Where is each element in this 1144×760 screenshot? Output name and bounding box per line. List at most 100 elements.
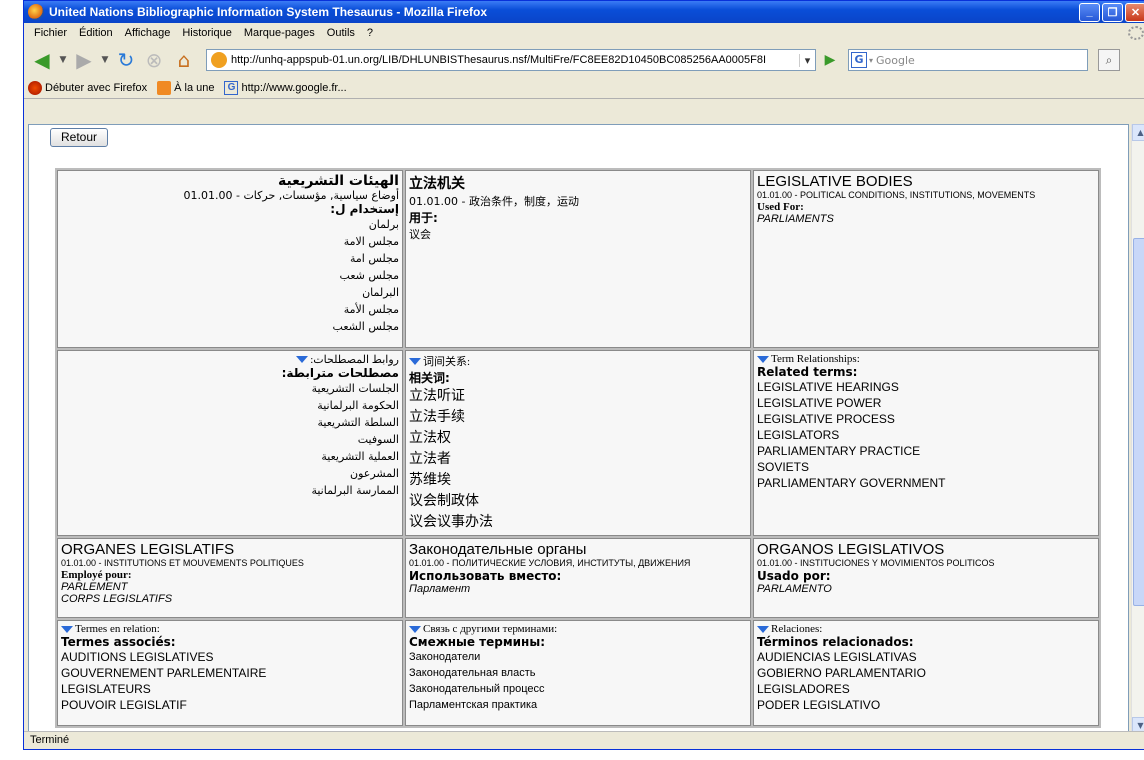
list-item[interactable]: السلطة التشريعية	[61, 414, 399, 431]
list-item[interactable]: PARLIAMENTARY PRACTICE	[757, 443, 1095, 459]
list-item[interactable]: 立法听证	[409, 386, 747, 407]
list-item[interactable]: مجلس الامة	[61, 233, 399, 250]
list-item[interactable]: 立法手续	[409, 407, 747, 428]
url-history-dropdown-icon[interactable]: ▾	[799, 53, 815, 67]
list-item[interactable]: 立法权	[409, 428, 747, 449]
triangle-down-icon[interactable]	[757, 355, 769, 363]
list-item[interactable]: الحكومة البرلمانية	[61, 397, 399, 414]
minimize-button[interactable]: _	[1079, 2, 1100, 22]
list-item[interactable]: Законодательная власть	[409, 665, 747, 681]
firefox-icon	[28, 80, 42, 95]
list-item[interactable]: الممارسة البرلمانية	[61, 482, 399, 499]
french-relations-toggle[interactable]: Termes en relation:	[61, 623, 399, 635]
retour-button[interactable]: Retour	[50, 128, 109, 147]
maximize-button[interactable]: ❐	[1102, 2, 1123, 22]
list-item[interactable]: Парламентская практика	[409, 697, 747, 713]
list-item[interactable]: مجلس الأمة	[61, 301, 399, 318]
list-item[interactable]: POUVOIR LEGISLATIF	[61, 697, 399, 713]
list-item[interactable]: Парламент	[409, 583, 747, 595]
list-item[interactable]: مجلس امة	[61, 250, 399, 267]
list-item[interactable]: AUDITIONS LEGISLATIVES	[61, 649, 399, 665]
list-item[interactable]: 议会议事办法	[409, 512, 747, 533]
search-placeholder[interactable]: Google	[876, 54, 915, 67]
list-item[interactable]: GOUVERNEMENT PARLEMENTAIRE	[61, 665, 399, 681]
list-item[interactable]: LEGISLATORS	[757, 427, 1095, 443]
scroll-up-arrow-icon[interactable]: ▲	[1132, 124, 1144, 141]
list-item[interactable]: LEGISLATIVE POWER	[757, 395, 1095, 411]
triangle-down-icon[interactable]	[757, 625, 769, 633]
triangle-down-icon[interactable]	[61, 625, 73, 633]
reload-icon[interactable]: ↻	[114, 47, 138, 73]
google-engine-icon[interactable]: G	[851, 52, 867, 68]
list-item[interactable]: GOBIERNO PARLAMENTARIO	[757, 665, 1095, 681]
list-item[interactable]: البرلمان	[61, 284, 399, 301]
list-item[interactable]: Законодатели	[409, 649, 747, 665]
google-icon: G	[224, 80, 239, 95]
bookmark-google[interactable]: G http://www.google.fr...	[224, 80, 347, 95]
russian-relations-cell: Связь с другими терминами: Смежные терми…	[405, 620, 751, 726]
list-item[interactable]: PARLAMENTO	[757, 583, 1095, 595]
list-item[interactable]: المشرعون	[61, 465, 399, 482]
list-item[interactable]: LEGISLADORES	[757, 681, 1095, 697]
chinese-relations-toggle[interactable]: 词间关系:	[409, 353, 747, 369]
page-content: Retour الهيئات التشريعية أوضاع سياسية, م…	[28, 124, 1129, 734]
menu-help[interactable]: ?	[361, 27, 379, 39]
search-magnifier-icon[interactable]: ⌕	[1098, 49, 1120, 71]
menu-marque-pages[interactable]: Marque-pages	[238, 27, 321, 39]
list-item[interactable]: برلمان	[61, 216, 399, 233]
engine-dropdown-icon[interactable]: ▾	[869, 56, 873, 65]
french-category: 01.01.00 - INSTITUTIONS ET MOUVEMENTS PO…	[61, 558, 304, 568]
list-item[interactable]: PARLIAMENTS	[757, 213, 1095, 225]
list-item[interactable]: السوفيت	[61, 431, 399, 448]
scrollbar-thumb[interactable]	[1133, 238, 1144, 606]
triangle-down-icon[interactable]	[296, 356, 309, 363]
list-item[interactable]: 苏维埃	[409, 470, 747, 491]
list-item[interactable]: مجلس الشعب	[61, 318, 399, 335]
list-item[interactable]: PARLEMENT	[61, 581, 399, 593]
list-item[interactable]: AUDIENCIAS LEGISLATIVAS	[757, 649, 1095, 665]
vertical-scrollbar[interactable]: ▲ ▼	[1131, 124, 1144, 734]
back-history-dropdown-icon[interactable]: ▼	[58, 47, 68, 73]
list-item[interactable]: 议会制政体	[409, 491, 747, 512]
forward-arrow-icon[interactable]: ▶	[72, 47, 96, 73]
list-item[interactable]: 立法者	[409, 449, 747, 470]
menu-outils[interactable]: Outils	[321, 27, 361, 39]
list-item[interactable]: 议会	[409, 226, 747, 242]
triangle-down-icon[interactable]	[409, 625, 421, 633]
home-icon[interactable]: ⌂	[170, 47, 198, 73]
bookmark-a-la-une[interactable]: À la une	[157, 80, 214, 95]
triangle-down-icon[interactable]	[409, 357, 421, 365]
menu-edition[interactable]: Édition	[73, 27, 119, 39]
arabic-relations-toggle[interactable]: روابط المصطلحات:	[61, 353, 399, 366]
spanish-relations-toggle[interactable]: Relaciones:	[757, 623, 1095, 635]
address-bar[interactable]: http://unhq-appspub-01.un.org/LIB/DHLUNB…	[206, 49, 816, 71]
url-text[interactable]: http://unhq-appspub-01.un.org/LIB/DHLUNB…	[231, 54, 799, 66]
table-row: روابط المصطلحات: مصطلحات مترابطة: الجلسا…	[57, 350, 1099, 536]
arabic-relations-cell: روابط المصطلحات: مصطلحات مترابطة: الجلسا…	[57, 350, 403, 536]
menu-historique[interactable]: Historique	[176, 27, 238, 39]
list-item[interactable]: الجلسات التشريعية	[61, 380, 399, 397]
english-relations-cell: Term Relationships: Related terms: LEGIS…	[753, 350, 1099, 536]
close-button[interactable]: ✕	[1125, 2, 1144, 22]
bookmark-debuter[interactable]: Débuter avec Firefox	[28, 80, 147, 95]
menu-fichier[interactable]: Fichier	[28, 27, 73, 39]
list-item[interactable]: PARLIAMENTARY GOVERNMENT	[757, 475, 1095, 491]
rel-head-label: Term Relationships:	[771, 353, 860, 365]
menu-affichage[interactable]: Affichage	[119, 27, 177, 39]
list-item[interactable]: Законодательный процесс	[409, 681, 747, 697]
russian-relations-toggle[interactable]: Связь с другими терминами:	[409, 623, 747, 635]
go-arrow-icon[interactable]: ▶	[820, 52, 840, 68]
list-item[interactable]: SOVIETS	[757, 459, 1095, 475]
list-item[interactable]: PODER LEGISLATIVO	[757, 697, 1095, 713]
list-item[interactable]: العملية التشريعية	[61, 448, 399, 465]
list-item[interactable]: LEGISLATEURS	[61, 681, 399, 697]
list-item[interactable]: LEGISLATIVE PROCESS	[757, 411, 1095, 427]
forward-history-dropdown-icon[interactable]: ▼	[100, 47, 110, 73]
stop-icon[interactable]: ⊗	[142, 47, 166, 73]
list-item[interactable]: LEGISLATIVE HEARINGS	[757, 379, 1095, 395]
english-relations-toggle[interactable]: Term Relationships:	[757, 353, 1095, 365]
list-item[interactable]: مجلس شعب	[61, 267, 399, 284]
search-box[interactable]: G ▾ Google	[848, 49, 1088, 71]
list-item[interactable]: CORPS LEGISLATIFS	[61, 593, 399, 605]
back-arrow-icon[interactable]: ◀	[30, 47, 54, 73]
